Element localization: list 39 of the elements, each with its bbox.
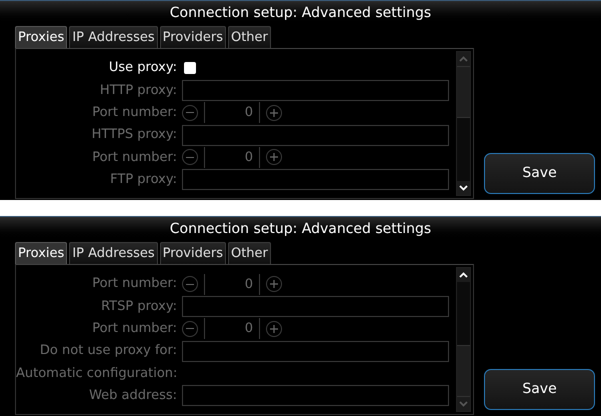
field-label: HTTPS proxy: bbox=[90, 126, 178, 144]
field-label: RTSP proxy: bbox=[100, 298, 178, 316]
save-button[interactable]: Save bbox=[484, 153, 595, 194]
minus-icon bbox=[186, 112, 194, 114]
tab[interactable]: Proxies bbox=[15, 26, 68, 48]
tab[interactable]: IP Addresses bbox=[69, 242, 158, 264]
minus-icon bbox=[186, 328, 194, 330]
plus-icon bbox=[270, 280, 278, 288]
minus-icon bbox=[186, 284, 194, 285]
tab[interactable]: Other bbox=[228, 242, 271, 264]
plus-icon bbox=[270, 324, 278, 333]
tab[interactable]: Proxies bbox=[15, 242, 68, 264]
scroll-thumb[interactable] bbox=[457, 345, 470, 397]
scroll-up-icon[interactable] bbox=[457, 268, 470, 282]
tab[interactable]: Providers bbox=[160, 242, 226, 264]
field-label: Do not use proxy for: bbox=[38, 342, 178, 360]
save-button[interactable]: Save bbox=[484, 369, 595, 410]
field-label: Web address: bbox=[88, 386, 178, 405]
field-label: FTP proxy: bbox=[109, 170, 178, 189]
scroll-thumb[interactable] bbox=[457, 66, 470, 118]
plus-icon bbox=[270, 108, 278, 117]
window-title: Connection setup: Advanced settings bbox=[170, 4, 432, 22]
window-title: Connection setup: Advanced settings bbox=[170, 220, 432, 238]
field-label: HTTP proxy: bbox=[98, 82, 178, 100]
tab[interactable]: Other bbox=[228, 26, 271, 48]
minus-icon bbox=[186, 156, 194, 158]
checkbox[interactable] bbox=[184, 62, 196, 74]
scroll-down-icon[interactable] bbox=[457, 181, 470, 195]
field-label: Use proxy: bbox=[108, 59, 178, 78]
plus-icon bbox=[270, 153, 278, 162]
field-label: Port number: bbox=[91, 104, 178, 122]
scrollbar[interactable] bbox=[456, 51, 471, 196]
tab[interactable]: IP Addresses bbox=[69, 26, 158, 48]
field-label: Port number: bbox=[91, 275, 178, 294]
scrollbar[interactable] bbox=[456, 267, 471, 412]
field-label: Port number: bbox=[91, 320, 178, 338]
field-label: Automatic configuration: bbox=[16, 364, 178, 383]
tab[interactable]: Providers bbox=[160, 26, 226, 48]
field-label: Port number: bbox=[91, 148, 178, 167]
